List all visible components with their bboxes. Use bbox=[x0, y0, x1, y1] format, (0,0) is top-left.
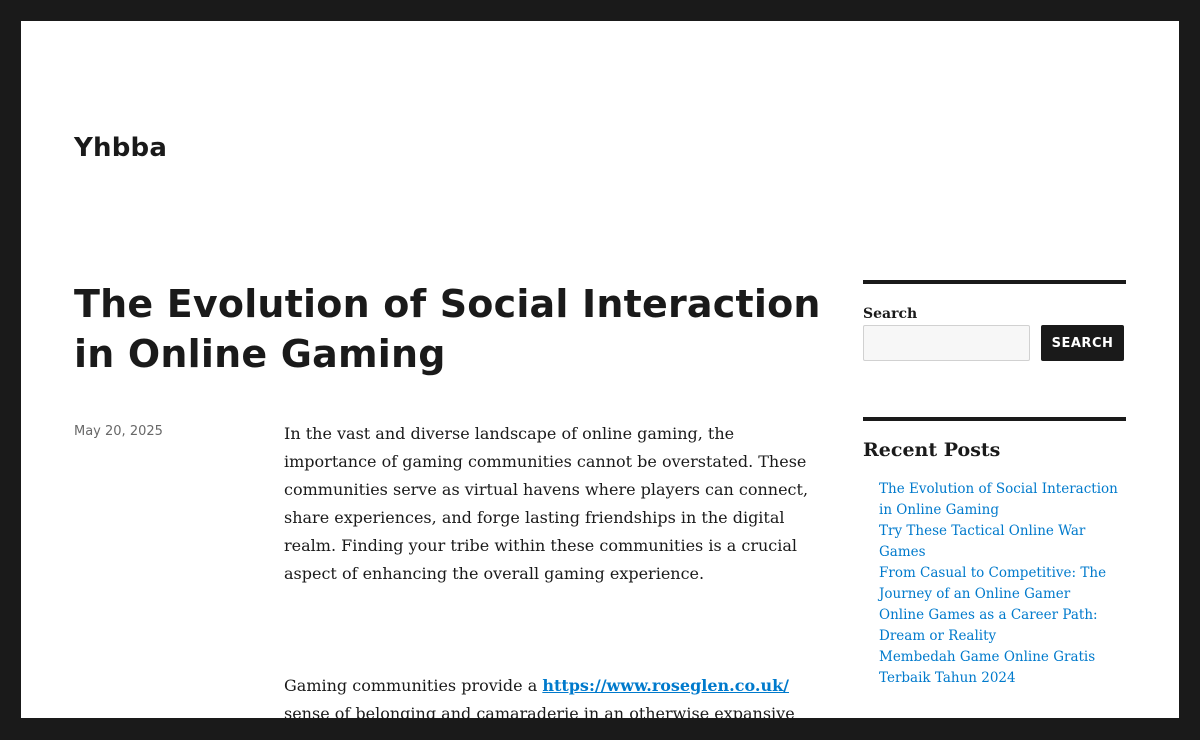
list-item: Membedah Game Online Gratis Terbaik Tahu… bbox=[879, 647, 1129, 689]
search-input[interactable] bbox=[863, 325, 1030, 361]
search-form: SEARCH bbox=[863, 325, 1126, 361]
site-title[interactable]: Yhbba bbox=[74, 133, 167, 163]
list-item: The Evolution of Social Interaction in O… bbox=[879, 479, 1129, 521]
post-content: In the vast and diverse landscape of onl… bbox=[284, 420, 814, 718]
post-paragraph: Gaming communities provide a https://www… bbox=[284, 672, 814, 718]
search-label: Search bbox=[863, 306, 918, 322]
recent-post-link[interactable]: The Evolution of Social Interaction in O… bbox=[879, 481, 1118, 518]
list-item: Try These Tactical Online War Games bbox=[879, 521, 1129, 563]
recent-post-link[interactable]: Try These Tactical Online War Games bbox=[879, 523, 1085, 560]
paragraph-text: sense of belonging and camaraderie in an… bbox=[284, 704, 795, 718]
post-date[interactable]: May 20, 2025 bbox=[74, 424, 163, 439]
list-item: Online Games as a Career Path: Dream or … bbox=[879, 605, 1129, 647]
post-title: The Evolution of Social Interaction in O… bbox=[74, 282, 821, 376]
roseglen-link[interactable]: https://www.roseglen.co.uk/ bbox=[542, 676, 789, 695]
search-button[interactable]: SEARCH bbox=[1041, 325, 1124, 361]
recent-post-link[interactable]: Membedah Game Online Gratis Terbaik Tahu… bbox=[879, 649, 1095, 686]
paragraph-text: Gaming communities provide a bbox=[284, 676, 543, 695]
widget-divider bbox=[863, 280, 1126, 284]
recent-posts-heading: Recent Posts bbox=[863, 439, 1001, 461]
post-paragraph: In the vast and diverse landscape of onl… bbox=[284, 424, 809, 583]
recent-posts-list: The Evolution of Social Interaction in O… bbox=[879, 479, 1129, 689]
list-item: From Casual to Competitive: The Journey … bbox=[879, 563, 1129, 605]
recent-post-link[interactable]: From Casual to Competitive: The Journey … bbox=[879, 565, 1106, 602]
sidebar: Search SEARCH Recent Posts The Evolution… bbox=[863, 280, 1126, 689]
recent-post-link[interactable]: Online Games as a Career Path: Dream or … bbox=[879, 607, 1098, 644]
page-frame: Yhbba The Evolution of Social Interactio… bbox=[21, 21, 1179, 718]
widget-divider bbox=[863, 417, 1126, 421]
